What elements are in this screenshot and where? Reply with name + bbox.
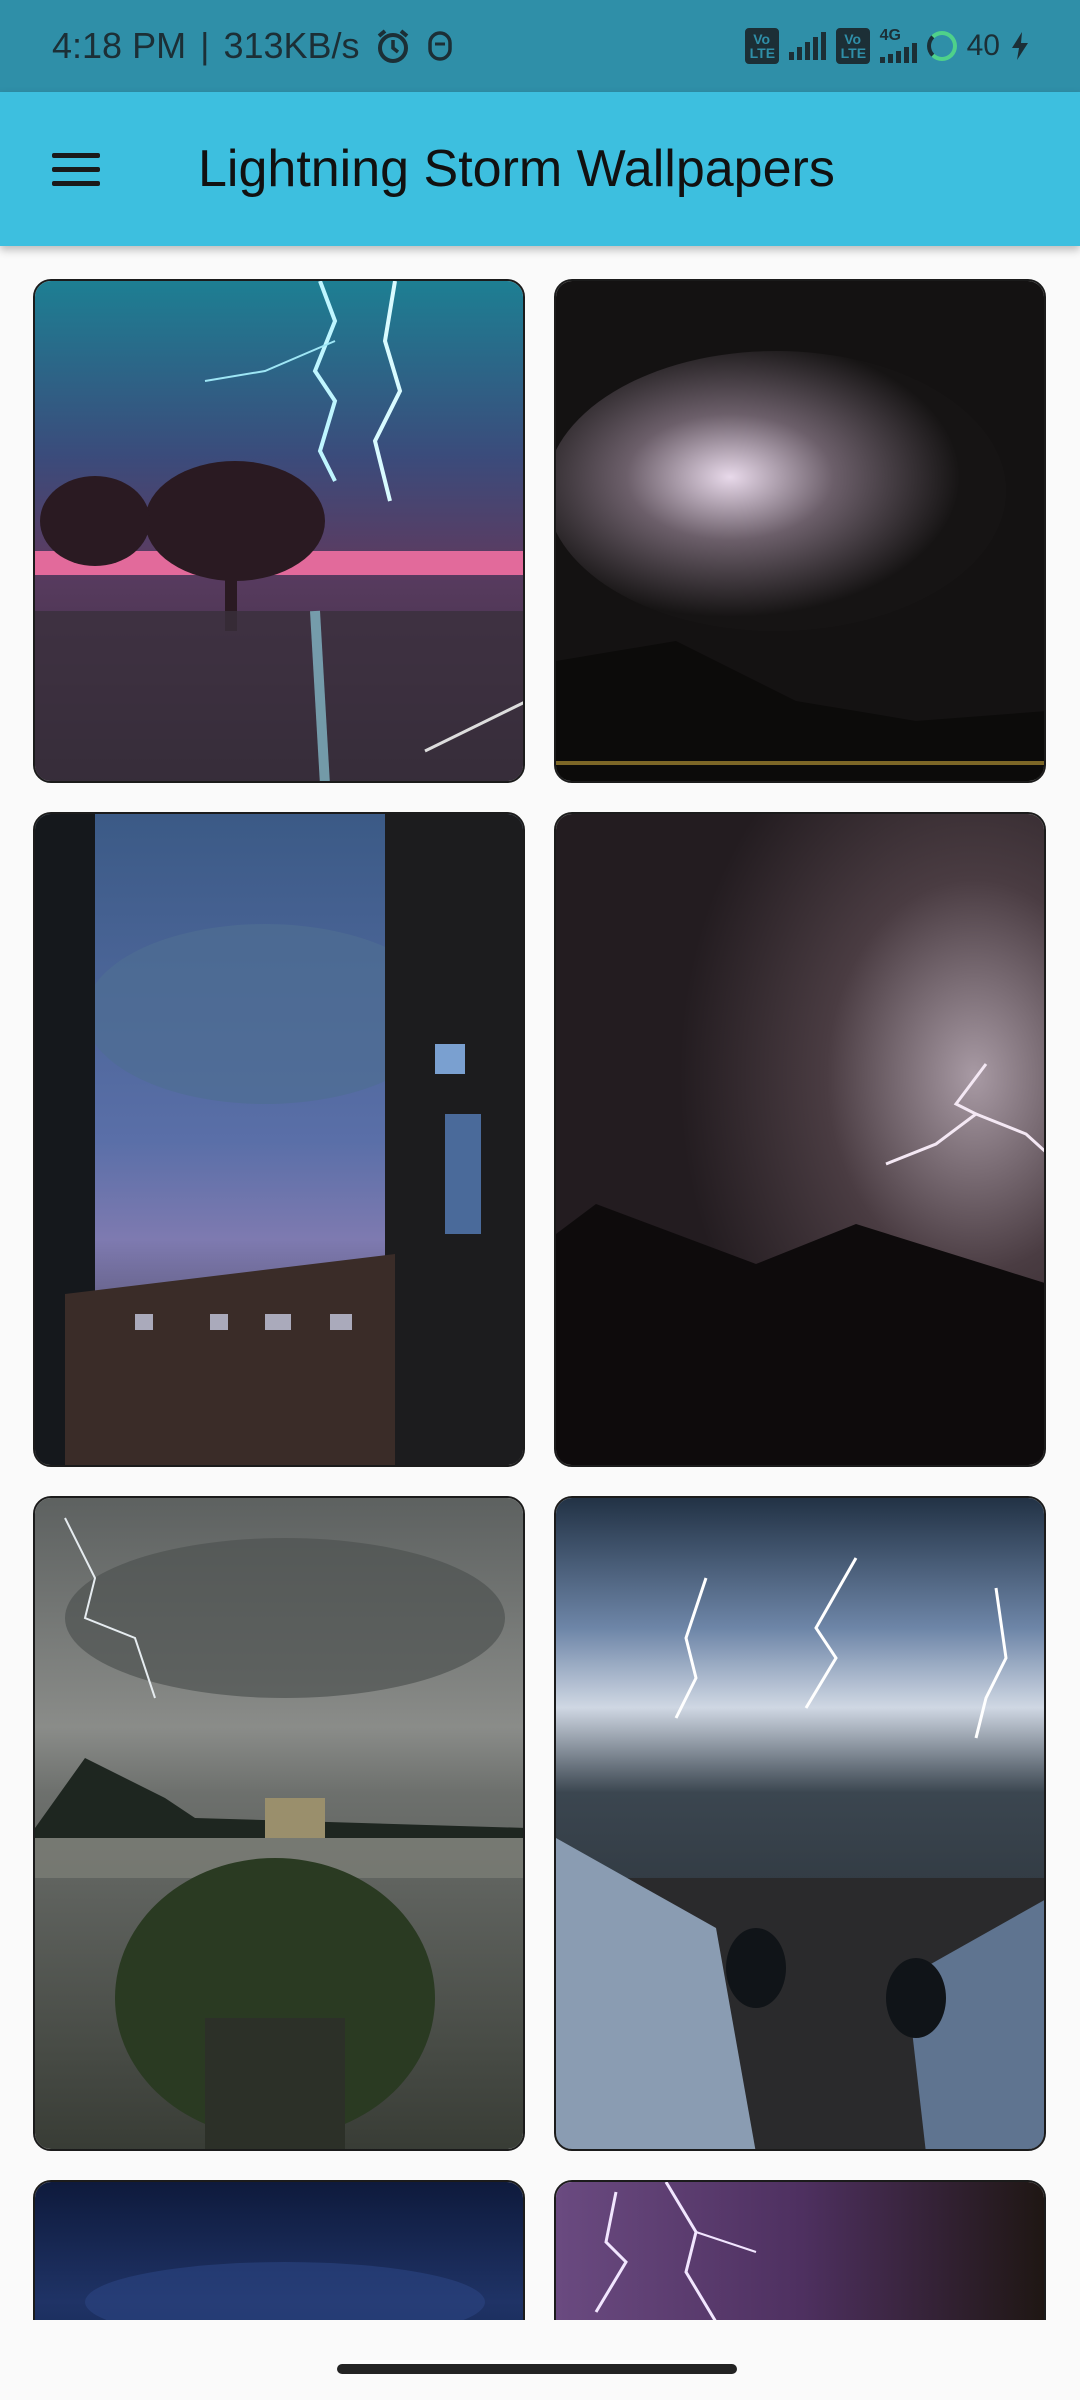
network-speed: 313KB/s <box>223 25 360 66</box>
wallpaper-thumbnail-cloud-lightning[interactable] <box>554 279 1046 783</box>
navigation-bar <box>0 2320 1080 2400</box>
volte-badge-2: Vo LTE <box>835 28 870 64</box>
app-bar: Lightning Storm Wallpapers <box>0 92 1080 246</box>
battery-icon <box>926 31 957 61</box>
signal-icon-2 <box>879 43 917 63</box>
city-lightning-image <box>35 281 523 781</box>
window-storm-image <box>35 814 523 1465</box>
charging-icon <box>1010 31 1030 61</box>
wallpaper-grid[interactable] <box>0 246 1080 2320</box>
wallpaper-thumbnail-window-storm[interactable] <box>33 812 525 1467</box>
network-indicator: 4G <box>879 27 917 63</box>
sea-lightning-image <box>556 1498 1044 2149</box>
page-title: Lightning Storm Wallpapers <box>198 140 835 198</box>
volte-badge: Vo LTE <box>744 28 779 64</box>
status-bar: 4:18 PM | 313KB/s Vo LTE Vo LTE 4G 40 <box>0 0 1080 92</box>
rooftop-lightning-image <box>556 814 1044 1465</box>
wallpaper-thumbnail-lake-lightning[interactable] <box>33 1496 525 2151</box>
notification-icon <box>426 29 454 63</box>
network-type: 4G <box>879 27 901 44</box>
signal-icon <box>788 32 826 60</box>
wallpaper-thumbnail-rooftop-lightning[interactable] <box>554 812 1046 1467</box>
status-right: Vo LTE Vo LTE 4G 40 <box>744 0 1030 92</box>
wallpaper-thumbnail-purple-lightning[interactable] <box>554 2180 1046 2320</box>
lake-lightning-image <box>35 1498 523 2149</box>
purple-lightning-image <box>556 2182 1044 2320</box>
wallpaper-thumbnail-sea-lightning[interactable] <box>554 1496 1046 2151</box>
hamburger-menu-icon[interactable] <box>34 132 114 206</box>
cloud-lightning-image <box>556 281 1044 781</box>
alarm-icon <box>374 27 412 65</box>
wallpaper-thumbnail-blue-night[interactable] <box>33 2180 525 2320</box>
status-time: 4:18 PM <box>52 25 187 66</box>
status-separator: | <box>200 25 210 66</box>
home-indicator[interactable] <box>337 2364 737 2374</box>
blue-night-image <box>35 2182 523 2320</box>
status-left: 4:18 PM | 313KB/s <box>52 0 454 92</box>
battery-level: 40 <box>966 29 1000 62</box>
wallpaper-thumbnail-city-lightning[interactable] <box>33 279 525 783</box>
